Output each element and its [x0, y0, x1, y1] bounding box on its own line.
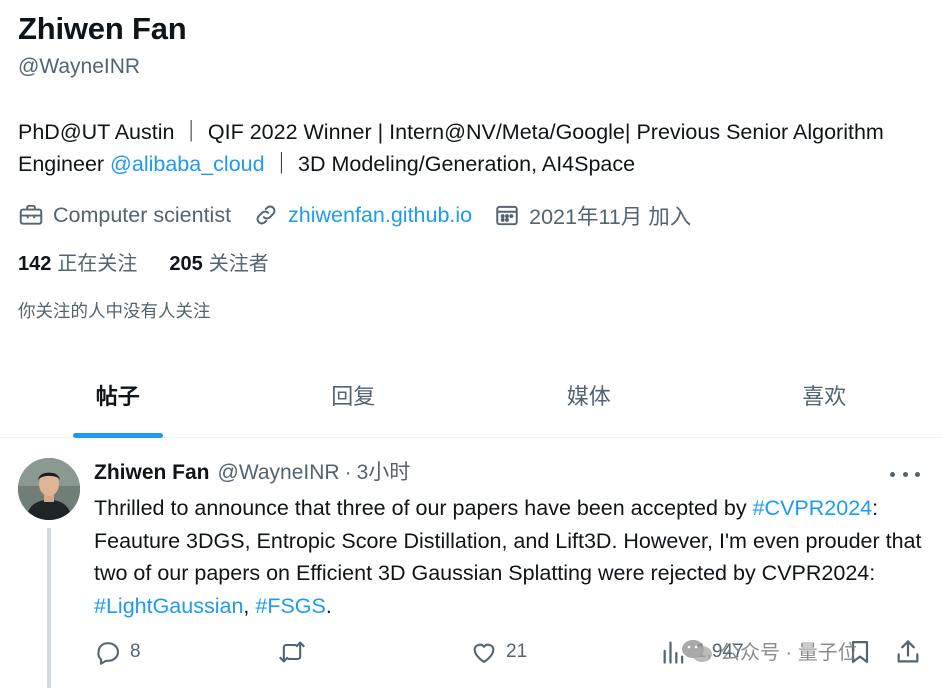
hashtag-fsgs[interactable]: #FSGS — [255, 594, 326, 618]
bookmark-icon — [851, 640, 869, 664]
reply-count: 8 — [130, 641, 141, 662]
hashtag-lightgaussian[interactable]: #LightGaussian — [94, 594, 243, 618]
thread-line — [47, 528, 51, 688]
followers-link[interactable]: 205 关注者 — [169, 250, 268, 278]
tab-media-label: 媒体 — [566, 384, 611, 409]
views-chart-icon — [663, 641, 684, 664]
like-count: 21 — [506, 641, 528, 662]
tab-likes-label: 喜欢 — [802, 384, 847, 409]
views-count: 1,947 — [696, 641, 744, 662]
followed-by-note: 你关注的人中没有人关注 — [18, 301, 211, 321]
tweet-text-1: Thrilled to announce that three of our p… — [94, 496, 753, 520]
tweet-time[interactable]: 3小时 — [357, 458, 411, 488]
tweet[interactable]: Zhiwen Fan @WayneINR · 3小时 Thrilled to a… — [0, 438, 942, 688]
following-link[interactable]: 142 正在关注 — [18, 250, 137, 278]
heart-icon — [473, 643, 495, 663]
tweet-actions: 8 21 1,947 — [94, 638, 924, 672]
retweet-icon — [279, 641, 305, 663]
retweet-button[interactable] — [278, 638, 314, 666]
website-link[interactable]: zhiwenfan.github.io — [288, 203, 472, 228]
following-count: 142 — [18, 253, 52, 275]
share-button[interactable] — [894, 638, 922, 666]
website-item[interactable]: zhiwenfan.github.io — [253, 202, 472, 228]
joined-label: 2021年11月 加入 — [529, 204, 692, 229]
profile-bio: PhD@UT Austin ｜ QIF 2022 Winner | Intern… — [18, 116, 928, 180]
tweet-text-4: . — [325, 593, 332, 618]
calendar-icon — [496, 205, 518, 226]
more-dot — [902, 471, 908, 477]
tweet-author-handle[interactable]: @WayneINR — [218, 458, 340, 488]
bookmark-button[interactable] — [846, 638, 874, 666]
bio-mention-link[interactable]: @alibaba_cloud — [110, 152, 265, 176]
more-dot — [890, 471, 895, 477]
more-dots-icon[interactable] — [890, 462, 920, 486]
tab-replies[interactable]: 回复 — [236, 352, 472, 438]
tweet-separator: · — [344, 461, 352, 484]
avatar[interactable] — [18, 458, 80, 520]
tab-media[interactable]: 媒体 — [471, 352, 707, 438]
profile-meta: Computer scientist zhiwenfan.github.io 2… — [18, 200, 928, 230]
bio-text-2: ｜ 3D Modeling/Generation, AI4Space — [270, 152, 636, 176]
like-button[interactable]: 21 — [470, 638, 527, 666]
reply-icon — [97, 642, 119, 665]
share-icon — [897, 640, 919, 663]
profile-tabs: 帖子 回复 媒体 喜欢 — [0, 352, 942, 438]
tweet-header: Zhiwen Fan @WayneINR · 3小时 — [94, 458, 410, 488]
reply-button[interactable]: 8 — [94, 638, 141, 666]
tweet-text: Thrilled to announce that three of our p… — [94, 492, 924, 622]
followers-label: 关注者 — [208, 253, 269, 275]
more-dot — [915, 471, 920, 477]
tab-replies-label: 回复 — [331, 384, 376, 409]
tab-likes[interactable]: 喜欢 — [707, 352, 942, 438]
profession-label: Computer scientist — [53, 202, 232, 227]
following-label: 正在关注 — [57, 253, 138, 275]
profile-header: Zhiwen Fan @WayneINR PhD@UT Austin ｜ QIF… — [18, 10, 928, 324]
views-button[interactable]: 1,947 — [660, 638, 744, 666]
profile-handle: @WayneINR — [18, 55, 141, 78]
joined-item: 2021年11月 加入 — [494, 200, 691, 231]
follow-stats: 142 正在关注 205 关注者 — [18, 250, 928, 278]
profile-name: Zhiwen Fan — [18, 11, 187, 46]
link-icon — [256, 205, 276, 225]
briefcase-icon — [19, 204, 43, 225]
tab-posts[interactable]: 帖子 — [0, 352, 236, 438]
hashtag-cvpr2024[interactable]: #CVPR2024 — [753, 496, 873, 520]
tweet-text-3: , — [243, 593, 256, 618]
followers-count: 205 — [169, 253, 203, 275]
tab-posts-label: 帖子 — [95, 384, 140, 409]
avatar-photo — [18, 458, 80, 520]
tweet-author-name[interactable]: Zhiwen Fan — [94, 458, 210, 488]
profession-item: Computer scientist — [18, 202, 231, 228]
